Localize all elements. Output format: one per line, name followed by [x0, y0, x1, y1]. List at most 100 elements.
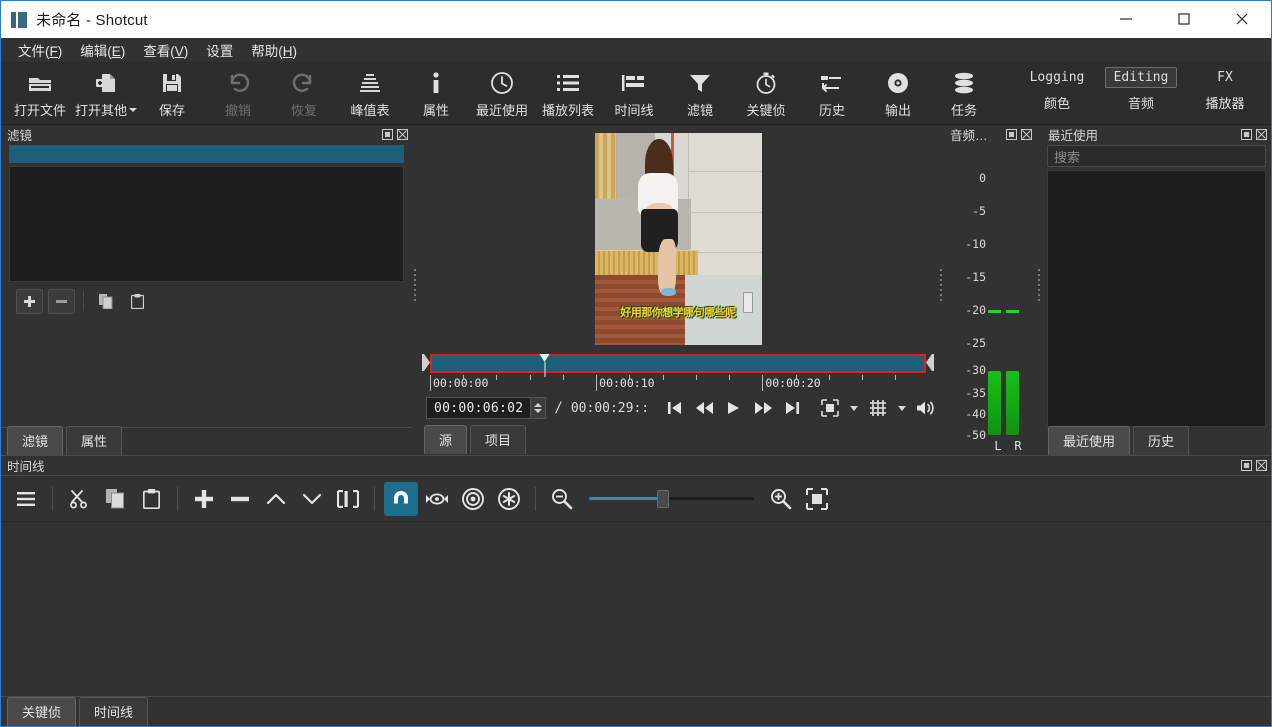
toolbar-history[interactable]: 历史	[799, 63, 865, 123]
fast-forward-icon[interactable]	[751, 396, 774, 420]
menu-file[interactable]: 文件(F)	[9, 37, 71, 63]
chevron-up-icon[interactable]	[259, 482, 293, 516]
zoom-fit-caret-icon[interactable]	[848, 397, 861, 419]
menu-edit[interactable]: 编辑(E)	[71, 37, 134, 63]
float-icon[interactable]	[381, 128, 393, 140]
trim-in-marker-icon[interactable]	[422, 353, 430, 371]
close-icon[interactable]	[1213, 1, 1271, 37]
tab-filters[interactable]: 滤镜	[7, 426, 63, 455]
tab-source[interactable]: 源	[424, 425, 467, 454]
tab-history[interactable]: 历史	[1133, 426, 1189, 455]
float-icon[interactable]	[1005, 128, 1017, 140]
position-field[interactable]: 00:00:06:02	[426, 397, 546, 419]
playhead[interactable]	[540, 354, 551, 377]
zoom-fit-icon[interactable]	[800, 482, 834, 516]
zoom-fit-icon[interactable]	[818, 396, 841, 420]
layout-fx-button[interactable]: FX	[1208, 67, 1242, 88]
video-preview[interactable]: 好用那你想学哪句哪些呢	[418, 125, 938, 353]
toolbar-save[interactable]: 保存	[139, 63, 205, 123]
skip-start-icon[interactable]	[663, 396, 686, 420]
close-panel-icon[interactable]	[1020, 128, 1032, 140]
float-icon[interactable]	[1240, 128, 1252, 140]
close-panel-icon[interactable]	[396, 128, 408, 140]
toolbar-jobs-label: 任务	[951, 100, 977, 119]
timeline-tracks-area[interactable]	[1, 522, 1271, 696]
layout-color-button[interactable]: 颜色	[1044, 93, 1070, 112]
paste-icon[interactable]	[134, 482, 168, 516]
copy-icon[interactable]	[98, 482, 132, 516]
menu-help[interactable]: 帮助(H)	[242, 37, 306, 63]
filters-panel-title-buttons	[381, 128, 408, 140]
timeline-sep-1	[52, 487, 53, 511]
maximize-icon[interactable]	[1155, 1, 1213, 37]
zoom-in-icon[interactable]	[764, 482, 798, 516]
plus-icon[interactable]	[187, 482, 221, 516]
toolbar-peak-meter-label: 峰值表	[350, 100, 389, 119]
add-filter-button[interactable]	[16, 289, 43, 314]
audio-meter-area[interactable]: 0 -5 -10 -15 -20 -25 -30 -35 -40 -50	[944, 143, 1036, 455]
paste-filters-button[interactable]	[124, 289, 151, 314]
position-stepper[interactable]	[530, 398, 545, 418]
trim-out-marker-icon[interactable]	[926, 353, 934, 371]
search-input[interactable]: 搜索	[1047, 145, 1266, 167]
toolbar-open-other[interactable]: 打开其他	[73, 63, 139, 123]
layout-audio-button[interactable]: 音频	[1128, 93, 1154, 112]
scrubber-bar[interactable]	[430, 354, 926, 373]
shotcut-window: 未命名 - Shotcut 文件(F) 编辑(E) 查看(V) 设置 帮助(H)…	[0, 0, 1272, 727]
eye-icon[interactable]	[420, 482, 454, 516]
toolbar-filters[interactable]: 滤镜	[667, 63, 733, 123]
zoom-out-icon[interactable]	[545, 482, 579, 516]
target-icon[interactable]	[456, 482, 490, 516]
minimize-icon[interactable]	[1097, 1, 1155, 37]
toolbar-keyframes[interactable]: 关键侦	[733, 63, 799, 123]
hamburger-icon[interactable]	[9, 482, 43, 516]
layout-player-button[interactable]: 播放器	[1205, 93, 1244, 112]
zoom-slider-fill	[589, 497, 663, 500]
close-panel-icon[interactable]	[1255, 128, 1267, 140]
chevron-down-icon[interactable]	[295, 482, 329, 516]
split-icon[interactable]	[331, 482, 365, 516]
copy-filters-button[interactable]	[92, 289, 119, 314]
toolbar-recent[interactable]: 最近使用	[469, 63, 535, 123]
filter-list[interactable]	[9, 166, 404, 282]
tab-timeline[interactable]: 时间线	[79, 697, 148, 726]
toolbar-undo[interactable]: 撤销	[205, 63, 271, 123]
filter-selected-row[interactable]	[9, 145, 404, 163]
tab-keyframes[interactable]: 关键侦	[7, 697, 76, 726]
timeline-sep-2	[177, 487, 178, 511]
layout-logging-button[interactable]: Logging	[1021, 67, 1094, 88]
float-icon[interactable]	[1240, 460, 1252, 472]
toolbar-properties[interactable]: 属性	[403, 63, 469, 123]
recent-list[interactable]	[1047, 170, 1266, 427]
grid-icon[interactable]	[866, 396, 889, 420]
remove-filter-button[interactable]	[48, 289, 75, 314]
skip-end-icon[interactable]	[781, 396, 804, 420]
tab-project[interactable]: 项目	[470, 425, 526, 454]
toolbar-timeline[interactable]: 时间线	[601, 63, 667, 123]
timeline-panel: 时间线	[1, 455, 1271, 726]
tab-recent[interactable]: 最近使用	[1048, 426, 1130, 455]
zoom-slider[interactable]	[589, 487, 754, 511]
zoom-slider-knob[interactable]	[657, 490, 669, 508]
meter-fill-left	[988, 371, 1001, 435]
minus-icon[interactable]	[223, 482, 257, 516]
rewind-icon[interactable]	[693, 396, 716, 420]
toolbar-peak-meter[interactable]: 峰值表	[337, 63, 403, 123]
grid-caret-icon[interactable]	[896, 397, 909, 419]
toolbar-playlist[interactable]: 播放列表	[535, 63, 601, 123]
toolbar-export[interactable]: 输出	[865, 63, 931, 123]
magnet-icon[interactable]	[384, 482, 418, 516]
close-panel-icon[interactable]	[1255, 460, 1267, 472]
layout-editing-button[interactable]: Editing	[1105, 67, 1178, 88]
menu-settings[interactable]: 设置	[197, 37, 242, 63]
tab-properties[interactable]: 属性	[66, 426, 122, 455]
toolbar-open-file[interactable]: 打开文件	[7, 63, 73, 123]
asterisk-icon[interactable]	[492, 482, 526, 516]
toolbar-redo[interactable]: 恢复	[271, 63, 337, 123]
volume-icon[interactable]	[915, 396, 938, 420]
menu-view[interactable]: 查看(V)	[134, 37, 197, 63]
timeline-sep-3	[374, 487, 375, 511]
toolbar-jobs[interactable]: 任务	[931, 63, 997, 123]
scissors-icon[interactable]	[62, 482, 96, 516]
play-icon[interactable]	[722, 396, 745, 420]
